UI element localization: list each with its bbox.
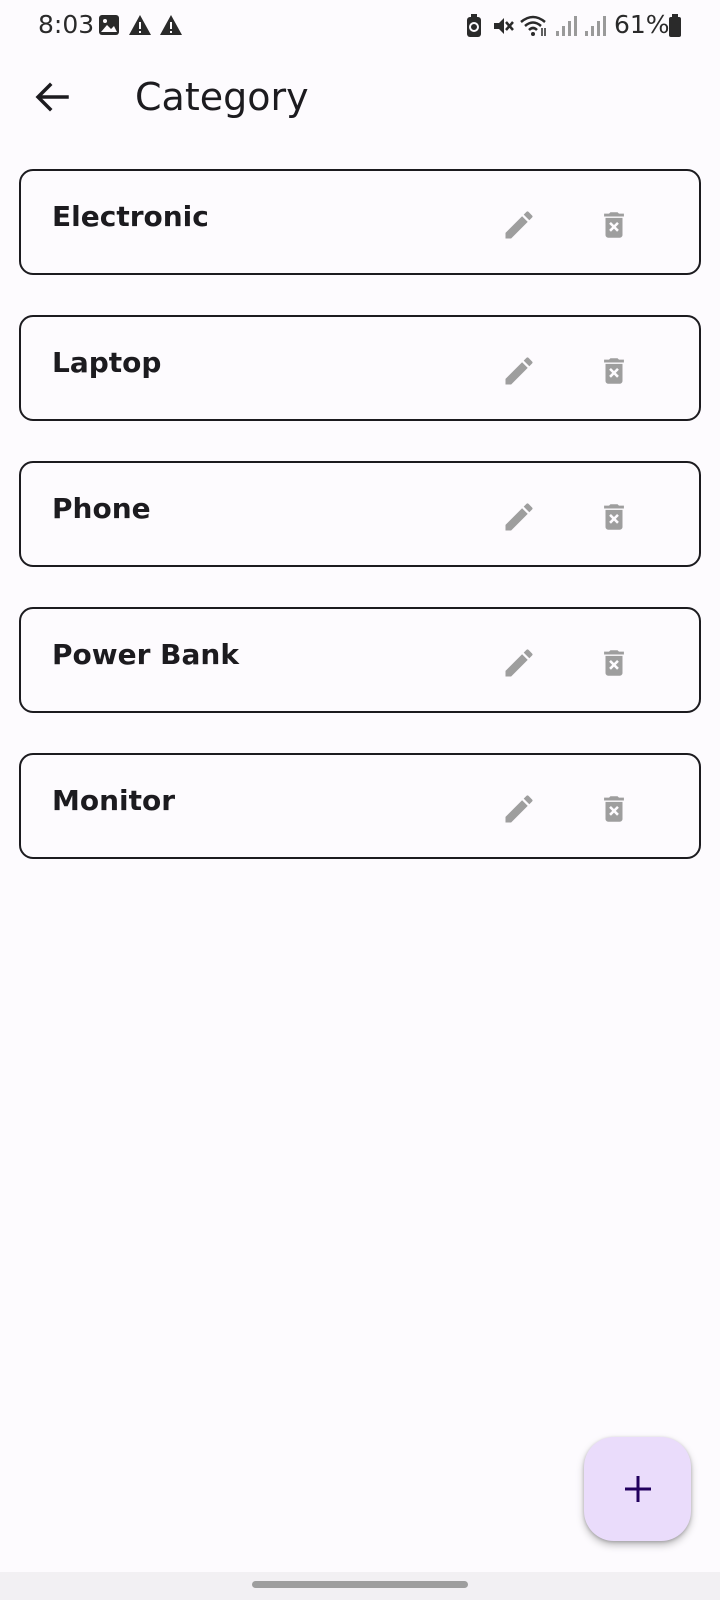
delete-button[interactable] bbox=[586, 489, 642, 545]
delete-button[interactable] bbox=[586, 781, 642, 837]
pencil-icon bbox=[505, 211, 533, 239]
home-indicator[interactable] bbox=[252, 1581, 468, 1588]
category-label: Electronic bbox=[52, 200, 209, 233]
pencil-icon bbox=[505, 503, 533, 531]
category-card: Electronic bbox=[19, 169, 701, 275]
category-card: Phone bbox=[19, 461, 701, 567]
edit-button[interactable] bbox=[491, 635, 547, 691]
battery-saver-icon bbox=[467, 14, 481, 37]
category-label: Power Bank bbox=[52, 638, 239, 671]
edit-button[interactable] bbox=[491, 781, 547, 837]
delete-button[interactable] bbox=[586, 343, 642, 399]
trash-x-icon bbox=[604, 358, 624, 384]
category-label: Phone bbox=[52, 492, 151, 525]
mute-icon bbox=[494, 18, 514, 34]
page-title: Category bbox=[135, 75, 309, 119]
category-label: Laptop bbox=[52, 346, 162, 379]
edit-button[interactable] bbox=[491, 489, 547, 545]
delete-button[interactable] bbox=[586, 635, 642, 691]
trash-x-icon bbox=[604, 504, 624, 530]
signal-icon bbox=[556, 16, 577, 36]
category-list: Electronic Laptop Phone Power Bank Monit… bbox=[19, 169, 703, 899]
category-label: Monitor bbox=[52, 784, 176, 817]
app-bar: Category bbox=[0, 60, 720, 134]
battery-icon bbox=[669, 14, 681, 37]
category-card: Laptop bbox=[19, 315, 701, 421]
status-time: 8:03 bbox=[38, 10, 95, 39]
pencil-icon bbox=[505, 649, 533, 677]
edit-button[interactable] bbox=[491, 197, 547, 253]
category-card: Monitor bbox=[19, 753, 701, 859]
trash-x-icon bbox=[604, 796, 624, 822]
gallery-icon bbox=[99, 15, 119, 35]
battery-percent: 61% bbox=[614, 10, 670, 39]
add-category-fab[interactable] bbox=[584, 1437, 691, 1541]
warning-icon bbox=[160, 15, 182, 35]
edit-button[interactable] bbox=[491, 343, 547, 399]
pencil-icon bbox=[505, 357, 533, 385]
signal-icon bbox=[585, 16, 606, 36]
back-button[interactable] bbox=[24, 72, 80, 122]
warning-icon bbox=[129, 15, 151, 35]
category-card: Power Bank bbox=[19, 607, 701, 713]
wifi-icon bbox=[520, 15, 546, 36]
pencil-icon bbox=[505, 795, 533, 823]
trash-x-icon bbox=[604, 212, 624, 238]
status-bar: 8:03 61% bbox=[0, 0, 720, 52]
system-nav-bar bbox=[0, 1572, 720, 1600]
trash-x-icon bbox=[604, 650, 624, 676]
arrow-left-icon bbox=[35, 82, 69, 112]
plus-icon bbox=[624, 1476, 651, 1502]
delete-button[interactable] bbox=[586, 197, 642, 253]
